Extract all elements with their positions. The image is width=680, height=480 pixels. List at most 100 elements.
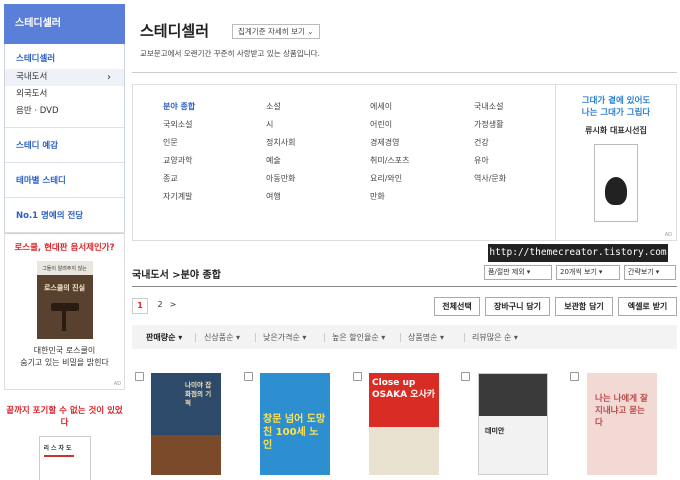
add-to-cart-button[interactable]: 장바구니 담기	[485, 297, 550, 316]
sidebar-item-music-dvd[interactable]: 음반 · DVD	[16, 103, 124, 120]
category-item[interactable]: 만화	[370, 191, 470, 209]
category-item[interactable]: 국외소설	[163, 119, 263, 137]
sidebar-item-theme-steady[interactable]: 테마별 스테디	[16, 174, 124, 186]
sort-separator	[324, 333, 325, 342]
ad-headline: 로스쿨, 현대판 음서제인가?	[14, 243, 115, 253]
ad-caption-line1: 대한민국 로스쿨이	[33, 346, 96, 355]
sidebar-item-steadyseller[interactable]: 스테디셀러	[16, 52, 124, 64]
gavel-icon	[50, 303, 79, 311]
ad-badge: AD	[664, 232, 672, 238]
divider	[132, 72, 677, 73]
sidebar-group-forecast: 스테디 예감	[5, 128, 124, 163]
sort-low-price[interactable]: 낮은가격순 ▾	[263, 332, 306, 343]
category-item[interactable]: 시	[266, 119, 366, 137]
select-value: 품/절판 제외	[488, 268, 525, 276]
cat-ad-headline-2: 나는 그대가 그립다	[581, 108, 651, 118]
sidebar-ad-banner-2[interactable]: 끝까지 포기할 수 없는 것이 있었다 리스자도	[4, 398, 125, 480]
page-size-select[interactable]: 20개씩 보기 ▾	[556, 265, 620, 280]
sidebar-item-domestic[interactable]: 국내도서 ›	[5, 69, 124, 86]
sidebar-header: 스테디셀러	[4, 4, 125, 44]
out-of-print-select[interactable]: 품/절판 제외 ▾	[484, 265, 552, 280]
sidebar-ad-banner[interactable]: 로스쿨, 현대판 음서제인가? 그들이 알려주지 않는 로스쿨의 진실 대한민국…	[4, 232, 125, 390]
sidebar-item-hall-of-fame[interactable]: No.1 명예의 전당	[16, 209, 124, 221]
add-to-wishlist-button[interactable]: 보관함 담기	[555, 297, 613, 316]
category-all[interactable]: 분야 종합	[163, 101, 263, 119]
sidebar-group-steady: 스테디셀러 국내도서 › 외국도서 음반 · DVD	[5, 44, 124, 128]
category-column: 분야 종합 국외소설 인문 교양과학 종교 자기계발	[163, 101, 263, 209]
category-item[interactable]: 경제경영	[370, 137, 470, 155]
book-checkbox[interactable]	[570, 372, 579, 381]
sidebar-item-foreign[interactable]: 외국도서	[16, 86, 124, 103]
category-item[interactable]: 어린이	[370, 119, 470, 137]
bird-icon	[605, 177, 627, 205]
divider	[132, 286, 677, 287]
book-checkbox[interactable]	[461, 372, 470, 381]
book-cover[interactable]: Close up OSAKA 오사카	[369, 373, 439, 475]
page-2[interactable]: 2	[154, 298, 166, 314]
page-1[interactable]: 1	[132, 298, 148, 314]
sort-label: 낮은가격순	[263, 333, 300, 342]
sort-label: 상품명순	[408, 333, 438, 342]
chevron-down-icon: ⌄	[307, 27, 314, 36]
category-item[interactable]: 정치사회	[266, 137, 366, 155]
book-title: Close up OSAKA 오사카	[372, 378, 436, 400]
book-cover[interactable]: 데미안	[478, 373, 548, 475]
sort-label: 높은 할인율순	[332, 333, 379, 342]
category-item[interactable]: 예술	[266, 155, 366, 173]
sidebar-item-label: 국내도서	[16, 72, 48, 82]
category-column: 소설 시 정치사회 예술 아동만화 여행	[266, 101, 366, 209]
ad-book-title: 로스쿨의 진실	[43, 284, 86, 292]
export-excel-button[interactable]: 엑셀로 받기	[618, 297, 677, 316]
book-cover[interactable]: 나는 나에게 잘 지내냐고 묻는다	[587, 373, 657, 475]
chevron-down-icon: ▾	[655, 268, 660, 276]
category-item[interactable]: 인문	[163, 137, 263, 155]
select-value: 20개씩 보기	[560, 268, 597, 276]
book-cover[interactable]: 창문 넘어 도망친 100세 노인	[260, 373, 330, 475]
chevron-down-icon: ▾	[526, 268, 531, 276]
book-title: 창문 넘어 도망친 100세 노인	[263, 414, 326, 451]
category-item[interactable]: 아동만화	[266, 173, 366, 191]
sort-separator	[400, 333, 401, 342]
ad-book-cover: 그들이 알려주지 않는 로스쿨의 진실	[36, 261, 93, 339]
book-checkbox[interactable]	[135, 372, 144, 381]
category-item[interactable]: 요리/와인	[370, 173, 470, 191]
sort-reviews[interactable]: 리뷰많은 순 ▾	[472, 332, 518, 343]
book-checkbox[interactable]	[244, 372, 253, 381]
category-item[interactable]: 에세이	[370, 101, 470, 119]
sort-sales[interactable]: 판매량순 ▾	[146, 332, 182, 343]
book-title: 나미야 잡화점의 기적	[185, 381, 212, 407]
sort-newest[interactable]: 신상품순 ▾	[204, 332, 240, 343]
category-item[interactable]: 종교	[163, 173, 263, 191]
category-item[interactable]: 교양과학	[163, 155, 263, 173]
sort-bar: 판매량순 ▾ 신상품순 ▾ 낮은가격순 ▾ 높은 할인율순 ▾ 상품명순 ▾ 리…	[132, 325, 677, 349]
book-cover[interactable]: 나미야 잡화점의 기적	[151, 373, 221, 475]
sidebar: 스테디셀러 스테디셀러 국내도서 › 외국도서 음반 · DVD 스테디 예감 …	[4, 4, 125, 234]
criteria-detail-button[interactable]: 집계기준 자세히 보기 ⌄	[232, 24, 320, 39]
category-ad-banner[interactable]: 그대가 곁에 있어도 나는 그대가 그립다 류시화 대표시선집 AD	[555, 85, 676, 240]
category-column: 에세이 어린이 경제경영 취미/스포츠 요리/와인 만화	[370, 101, 470, 209]
category-item[interactable]: 자기계발	[163, 191, 263, 209]
category-panel: 분야 종합 국외소설 인문 교양과학 종교 자기계발 소설 시 정치사회 예술 …	[132, 84, 677, 241]
chevron-right-icon: ›	[107, 72, 111, 83]
sort-separator	[464, 333, 465, 342]
criteria-label: 집계기준 자세히 보기	[238, 27, 305, 36]
select-all-button[interactable]: 전체선택	[434, 297, 480, 316]
sidebar-item-steady-forecast[interactable]: 스테디 예감	[16, 139, 124, 151]
cat-ad-headline-1: 그대가 곁에 있어도	[581, 96, 651, 106]
ad-caption-line2: 숨기고 있는 비밀을 밝힌다	[20, 358, 109, 367]
chevron-down-icon: ▾	[598, 268, 603, 276]
next-page-icon[interactable]: >	[168, 298, 178, 314]
book-checkbox[interactable]	[353, 372, 362, 381]
book-title: 나는 나에게 잘 지내냐고 묻는다	[595, 394, 648, 428]
category-item[interactable]: 여행	[266, 191, 366, 209]
sort-title[interactable]: 상품명순 ▾	[408, 332, 444, 343]
sidebar-group-theme: 테마별 스테디	[5, 163, 124, 198]
page-title: 스테디셀러	[140, 22, 210, 40]
sidebar-menu: 스테디셀러 국내도서 › 외국도서 음반 · DVD 스테디 예감 테마별 스테…	[4, 44, 125, 234]
category-item[interactable]: 소설	[266, 101, 366, 119]
sort-high-discount[interactable]: 높은 할인율순 ▾	[332, 332, 385, 343]
sort-label: 판매량순	[146, 333, 176, 342]
select-value: 간략보기	[628, 268, 654, 276]
category-item[interactable]: 취미/스포츠	[370, 155, 470, 173]
view-mode-select[interactable]: 간략보기 ▾	[624, 265, 676, 280]
